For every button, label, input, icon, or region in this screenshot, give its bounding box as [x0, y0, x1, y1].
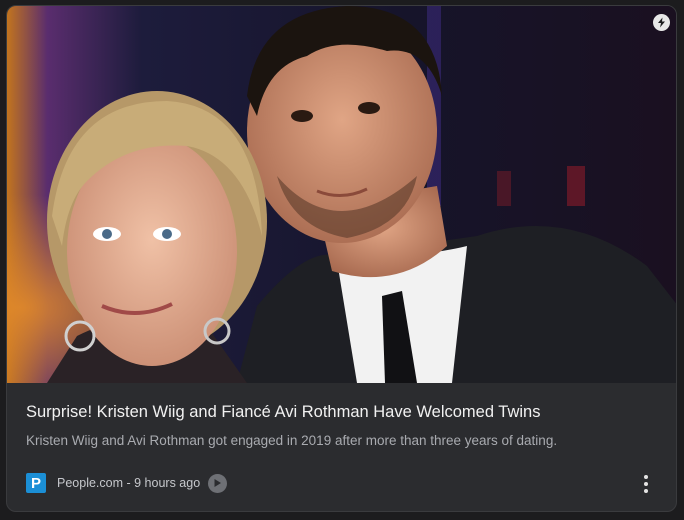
hero-photo — [7, 6, 676, 383]
publish-time: 9 hours ago — [134, 476, 201, 490]
news-card[interactable]: Surprise! Kristen Wiig and Fiancé Avi Ro… — [6, 5, 677, 512]
source-separator: - — [123, 476, 135, 490]
publisher-logo-letter: P — [30, 474, 41, 492]
source-info: People.com - 9 hours ago — [57, 476, 200, 490]
source-name[interactable]: People.com — [57, 476, 123, 490]
headline-link[interactable]: Surprise! Kristen Wiig and Fiancé Avi Ro… — [26, 401, 540, 423]
card-content: Surprise! Kristen Wiig and Fiancé Avi Ro… — [7, 383, 676, 511]
lightning-bolt-icon — [653, 14, 670, 31]
more-vertical-icon[interactable] — [634, 472, 658, 496]
source-row: P People.com - 9 hours ago — [26, 472, 228, 494]
hero-image[interactable] — [7, 6, 676, 383]
publisher-logo: P — [26, 473, 46, 493]
article-snippet: Kristen Wiig and Avi Rothman got engaged… — [26, 433, 558, 448]
play-icon[interactable] — [208, 473, 228, 493]
